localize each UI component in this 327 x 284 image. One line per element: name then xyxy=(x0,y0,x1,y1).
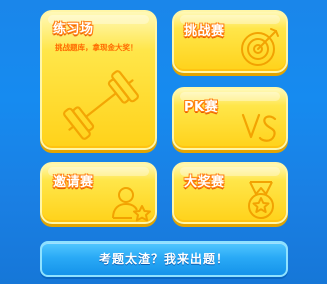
medal-icon xyxy=(244,180,278,222)
practice-title: 练习场 xyxy=(53,22,94,37)
practice-subtitle: 挑战题库，拿现金大奖！ xyxy=(55,43,138,52)
pk-title: PK赛 xyxy=(184,100,219,115)
create-question-button[interactable]: 考题太渣？我来出题！ xyxy=(40,241,288,277)
invite-title: 邀请赛 xyxy=(53,175,94,190)
create-question-label: 考题太渣？我来出题！ xyxy=(98,252,229,266)
challenge-title: 挑战赛 xyxy=(184,24,225,39)
prize-card[interactable]: 大奖赛 xyxy=(172,162,288,224)
target-arrow-icon xyxy=(238,26,282,71)
prize-title: 大奖赛 xyxy=(184,175,225,190)
dumbbell-icon xyxy=(58,68,144,146)
challenge-card[interactable]: 挑战赛 xyxy=(172,10,288,73)
vs-icon xyxy=(240,111,280,148)
user-star-icon xyxy=(110,184,152,222)
pk-card[interactable]: PK赛 xyxy=(172,87,288,150)
invite-card[interactable]: 邀请赛 xyxy=(40,162,157,224)
practice-card[interactable]: 练习场 挑战题库，拿现金大奖！ xyxy=(40,10,157,150)
